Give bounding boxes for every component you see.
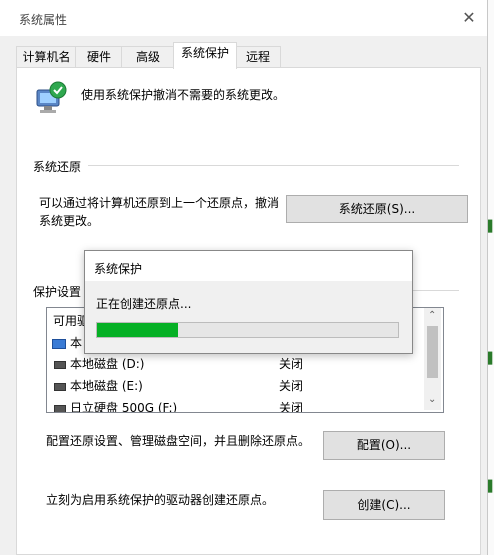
background-window-edge: ▌ (488, 352, 494, 365)
tab-computer-name[interactable]: 计算机名 (16, 46, 77, 68)
progress-fill (97, 323, 179, 337)
configure-desc: 配置还原设置、管理磁盘空间，并且删除还原点。 (46, 434, 311, 448)
progress-dialog: 系统保护 正在创建还原点... (84, 250, 413, 354)
dialog-title: 系统保护 (94, 262, 143, 276)
background-window-edge: ▌ (488, 220, 494, 233)
background-window-edge (488, 0, 494, 555)
intro-text: 使用系统保护撤消不需要的系统更改。 (81, 88, 286, 102)
dialog-message: 正在创建还原点... (96, 297, 192, 311)
close-icon[interactable]: ✕ (456, 6, 482, 30)
list-item[interactable]: 本 (47, 333, 82, 353)
restore-desc-line1: 可以通过将计算机还原到上一个还原点，撤消 (39, 196, 280, 210)
progress-bar (96, 322, 399, 338)
chevron-down-icon[interactable]: ⌄ (428, 394, 436, 405)
chevron-up-icon[interactable]: ⌃ (428, 310, 436, 321)
drive-name: 本地磁盘 (E:) (70, 379, 143, 393)
list-item[interactable]: 本地磁盘 (E:) (47, 376, 143, 396)
system-restore-label: 系统还原 (33, 160, 82, 174)
window-title: 系统属性 (19, 13, 68, 27)
tab-advanced[interactable]: 高级 (121, 46, 175, 68)
group-divider (410, 290, 459, 291)
system-drive-icon (52, 338, 66, 349)
drive-name: 本 (70, 336, 83, 350)
restore-desc-line2: 系统更改。 (39, 214, 100, 228)
title-bar (0, 0, 487, 36)
list-item[interactable]: 本地磁盘 (D:) (47, 354, 144, 374)
system-restore-button[interactable]: 系统还原(S)... (286, 195, 468, 223)
tab-remote[interactable]: 远程 (235, 46, 281, 68)
hard-drive-icon (54, 382, 66, 391)
drive-name: 本地磁盘 (D:) (70, 357, 145, 371)
create-button[interactable]: 创建(C)... (323, 490, 445, 520)
create-desc: 立刻为启用系统保护的驱动器创建还原点。 (46, 493, 275, 507)
tab-hardware[interactable]: 硬件 (75, 46, 123, 68)
protection-settings-label: 保护设置 (33, 285, 82, 299)
hard-drive-icon (54, 404, 66, 412)
tab-system-protection[interactable]: 系统保护 (173, 42, 237, 69)
group-divider (88, 165, 459, 166)
background-window-edge: ▌ (488, 480, 494, 493)
drive-name: 日立硬盘 500G (F:) (70, 401, 178, 413)
hard-drive-icon (54, 360, 66, 369)
drive-status: 关闭 (279, 401, 304, 413)
list-item[interactable]: 日立硬盘 500G (F:) (47, 398, 178, 413)
drive-status: 关闭 (279, 357, 304, 371)
scrollbar-thumb[interactable] (427, 326, 438, 378)
system-protection-icon (36, 81, 67, 113)
configure-button[interactable]: 配置(O)... (323, 431, 445, 460)
drive-status: 关闭 (279, 379, 304, 393)
